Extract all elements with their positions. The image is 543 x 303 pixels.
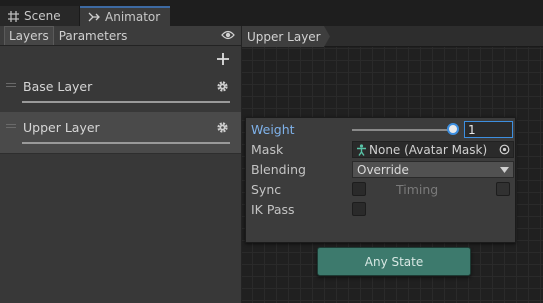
breadcrumb-item[interactable]: Upper Layer [242, 26, 330, 47]
blending-label: Blending [251, 162, 306, 177]
breadcrumb: Upper Layer [242, 26, 543, 47]
layers-panel: Layers Parameters Base Layer Upper Layer [0, 26, 242, 303]
layer-name: Base Layer [23, 79, 93, 94]
blending-value: Override [357, 162, 409, 177]
layer-item-upper[interactable]: Upper Layer [0, 112, 241, 154]
drag-handle-icon[interactable] [6, 124, 16, 128]
weight-label: Weight [251, 122, 295, 137]
mask-label: Mask [251, 142, 284, 157]
timing-checkbox[interactable] [496, 182, 510, 196]
grid-icon [8, 10, 19, 22]
avatar-mask-icon [357, 143, 366, 156]
tab-scene-label: Scene [24, 9, 61, 23]
eye-icon[interactable] [221, 30, 235, 40]
window-tab-strip: Scene Animator [0, 0, 543, 26]
blending-dropdown[interactable]: Override [352, 161, 514, 178]
layer-settings-popup: Weight Mask None (Avatar Mask) Blending … [245, 117, 516, 243]
layer-item-base[interactable]: Base Layer [0, 71, 241, 115]
mask-field[interactable]: None (Avatar Mask) [352, 141, 514, 158]
layers-panel-tabs: Layers Parameters [0, 26, 241, 46]
layer-name: Upper Layer [23, 120, 100, 135]
chevron-down-icon [500, 167, 509, 173]
sync-checkbox[interactable] [352, 182, 366, 196]
timing-label: Timing [396, 182, 439, 197]
ik-pass-label: IK Pass [251, 202, 295, 217]
any-state-node[interactable]: Any State [317, 247, 471, 276]
tab-scene[interactable]: Scene [0, 6, 80, 26]
tab-animator-label: Animator [105, 10, 161, 24]
tab-layers[interactable]: Layers [4, 26, 54, 45]
tab-parameters[interactable]: Parameters [54, 26, 133, 45]
object-picker-icon[interactable] [499, 144, 510, 155]
layer-weight-bar [22, 101, 230, 103]
gear-icon[interactable] [216, 121, 229, 134]
add-layer-button[interactable] [215, 51, 231, 67]
weight-input[interactable] [464, 121, 513, 138]
mask-value: None (Avatar Mask) [369, 142, 488, 157]
sync-label: Sync [251, 182, 282, 197]
gear-icon[interactable] [216, 80, 229, 93]
tab-animator[interactable]: Animator [80, 6, 170, 26]
layer-weight-bar [22, 142, 230, 144]
weight-slider-thumb[interactable] [447, 123, 459, 135]
weight-slider-track[interactable] [352, 129, 452, 131]
ik-pass-checkbox[interactable] [352, 202, 366, 216]
drag-handle-icon[interactable] [6, 83, 16, 87]
animator-icon [88, 12, 100, 22]
